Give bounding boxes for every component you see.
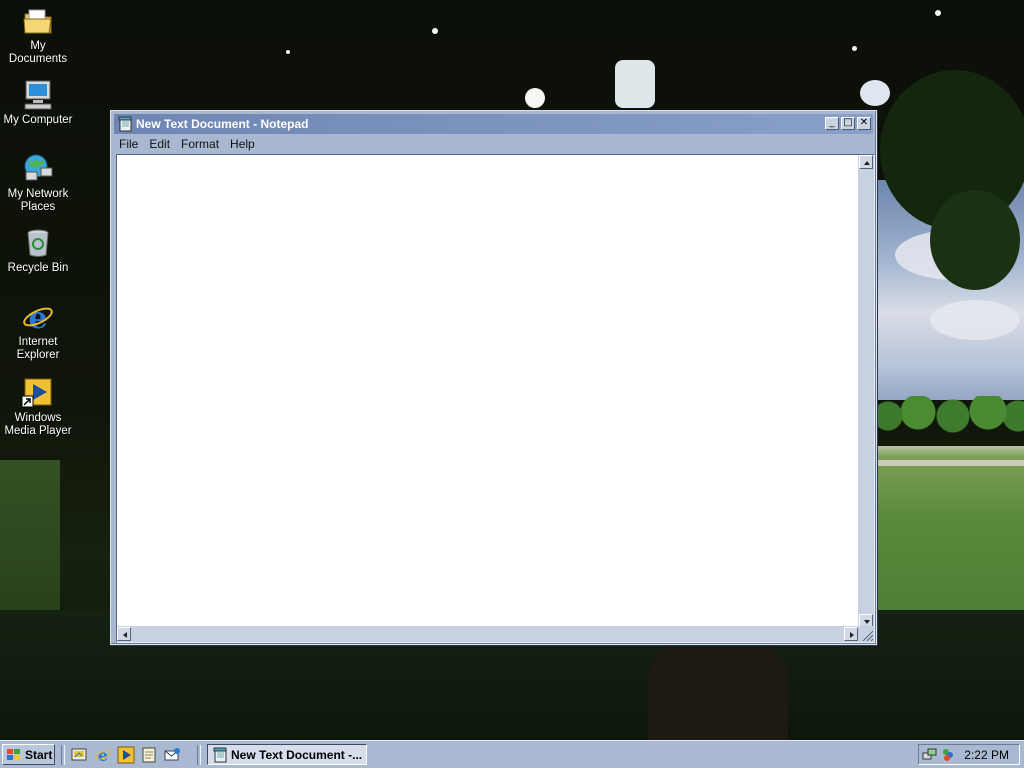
taskbar-task-label: New Text Document -... [231, 748, 363, 762]
wallpaper-sky-glimpse [525, 88, 545, 108]
network-globe-icon [21, 152, 55, 186]
menu-bar: File Edit Format Help [114, 135, 873, 153]
desktop-icon-internet-explorer[interactable]: e Internet Explorer [0, 300, 76, 362]
notepad-window[interactable]: New Text Document - Notepad _ □ ✕ File Ed… [110, 110, 877, 645]
desktop-icon-label: My Network Places [7, 188, 69, 213]
outlook-express-icon[interactable] [163, 746, 181, 764]
system-tray: 2:22 PM [918, 744, 1020, 765]
start-label: Start [25, 748, 53, 762]
wallpaper-tree-trunk [648, 640, 788, 740]
desktop-icon-label: Internet Explorer [16, 336, 60, 361]
notepad-icon [212, 747, 228, 763]
desktop-icon-label: My Documents [8, 40, 68, 65]
media-player-icon[interactable] [117, 746, 135, 764]
window-title: New Text Document - Notepad [136, 117, 309, 131]
desktop-icon-recycle-bin[interactable]: Recycle Bin [0, 226, 76, 275]
desktop-icon-windows-media-player[interactable]: Windows Media Player [0, 376, 76, 438]
text-editor-area[interactable] [116, 154, 875, 643]
show-desktop-icon[interactable] [70, 746, 88, 764]
close-button[interactable]: ✕ [857, 117, 871, 130]
desktop-icon-my-network-places[interactable]: My Network Places [0, 152, 76, 214]
menu-file[interactable]: File [114, 135, 143, 153]
maximize-button[interactable]: □ [841, 117, 855, 130]
wallpaper-field-left [0, 460, 60, 610]
wallpaper-light-speck [286, 50, 290, 54]
menu-format[interactable]: Format [176, 135, 224, 153]
network-status-icon[interactable] [922, 747, 938, 763]
internet-explorer-icon: e [21, 300, 55, 336]
desktop-icon-my-computer[interactable]: My Computer [0, 78, 76, 127]
desktop-icon-my-documents[interactable]: My Documents [0, 4, 76, 66]
wallpaper-tree-line [878, 396, 1024, 448]
recycle-bin-icon [21, 226, 55, 260]
notepad-icon[interactable] [117, 116, 133, 132]
desktop-icon-label: My Computer [3, 114, 73, 126]
menu-help[interactable]: Help [225, 135, 260, 153]
internet-explorer-icon[interactable]: e [94, 746, 112, 765]
taskbar-notepad-button[interactable]: New Text Document -... [207, 744, 367, 765]
wallpaper-cloud [930, 300, 1020, 340]
windows-logo-icon [6, 748, 22, 762]
wallpaper-light-speck [935, 10, 941, 16]
svg-text:e: e [28, 301, 47, 334]
wallpaper-light-speck [432, 28, 438, 34]
start-button[interactable]: Start [2, 744, 55, 765]
wallpaper-foliage [930, 190, 1020, 290]
title-bar[interactable]: New Text Document - Notepad _ □ ✕ [114, 114, 873, 134]
messenger-icon[interactable] [940, 747, 956, 763]
folder-icon [21, 4, 55, 38]
clock[interactable]: 2:22 PM [964, 748, 1009, 762]
taskbar-divider [197, 745, 201, 765]
wallpaper-sky-glimpse [615, 60, 655, 108]
minimize-button[interactable]: _ [825, 117, 839, 130]
media-player-icon [21, 376, 55, 410]
svg-text:e: e [98, 746, 108, 764]
desktop-icon-label: Recycle Bin [7, 262, 69, 274]
taskbar: Start e New Text Document -... 2:22 PM [0, 740, 1024, 768]
wallpaper-path [878, 460, 1024, 466]
wallpaper-light-speck [860, 80, 890, 106]
computer-icon [21, 78, 55, 112]
wallpaper-field [870, 446, 1024, 621]
notepad-quicklaunch-icon[interactable] [140, 746, 158, 764]
desktop-icon-label: Windows Media Player [4, 412, 72, 437]
taskbar-divider [61, 745, 65, 765]
wallpaper-light-speck [852, 46, 857, 51]
menu-edit[interactable]: Edit [144, 135, 175, 153]
